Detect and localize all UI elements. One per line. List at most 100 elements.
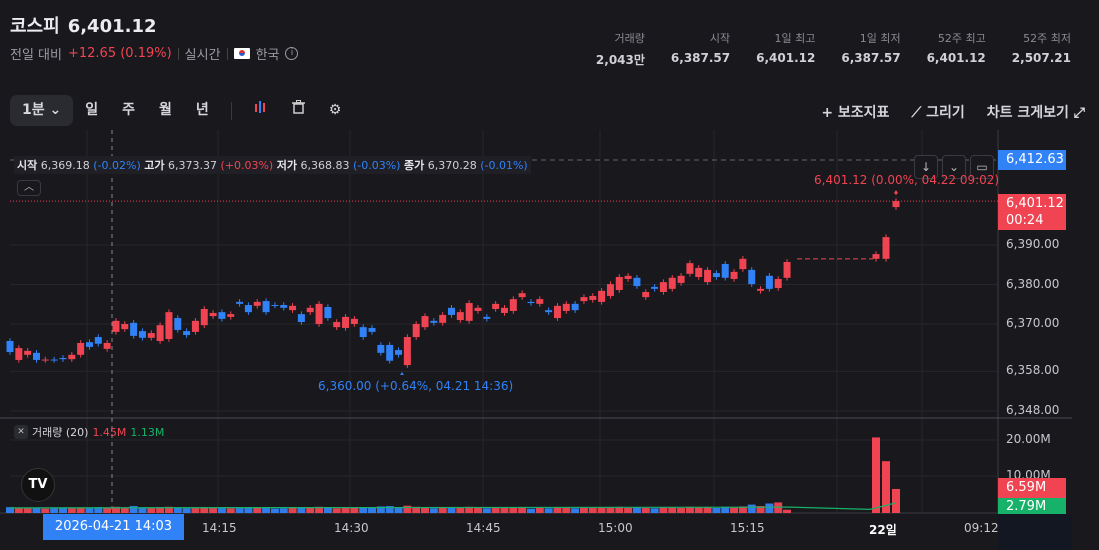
candle (174, 318, 182, 330)
volume-bar (535, 507, 544, 513)
volume-bar (730, 507, 739, 513)
volume-bar (306, 507, 315, 513)
low-marker (400, 372, 404, 375)
volume-tick: 20.00M (1006, 432, 1051, 446)
volume-bar (438, 507, 447, 513)
candle (386, 344, 394, 361)
volume-bar (209, 507, 218, 513)
volume-bar (624, 507, 633, 513)
candle (183, 331, 191, 336)
candle (651, 286, 659, 289)
volume-bar (526, 508, 535, 513)
volume-bar (892, 488, 900, 513)
candle (280, 305, 288, 308)
candle (103, 342, 111, 349)
volume-bar (191, 507, 200, 513)
candle (456, 312, 464, 321)
candle (324, 307, 332, 319)
volume-bar (226, 508, 235, 513)
candle (333, 322, 341, 328)
candle (465, 303, 473, 321)
collapse-legend-button[interactable]: ︿ (17, 180, 41, 196)
volume-bar (456, 507, 465, 513)
candle (218, 312, 226, 319)
ohlc-legend: 시작 6,369.18 (-0.02%) 고가 6,373.37 (+0.03%… (14, 156, 531, 174)
candlestick-chart[interactable] (0, 0, 1099, 550)
candle (15, 348, 23, 360)
candle (765, 275, 773, 289)
volume-bar (491, 507, 500, 513)
candle (403, 337, 411, 366)
candle (236, 301, 244, 304)
volume-bar (473, 507, 482, 513)
countdown: 00:24 (1006, 213, 1044, 228)
candle (474, 307, 482, 311)
volume-bar (262, 507, 271, 513)
candle (253, 301, 261, 306)
volume-bar (571, 508, 580, 513)
volume-bar (659, 507, 668, 513)
time-tick: 22일 (869, 523, 897, 537)
volume-bar (872, 437, 880, 513)
time-tick: 14:45 (466, 521, 501, 535)
candle (165, 312, 173, 340)
candle (774, 278, 782, 289)
high-value: 6,373.37 (167, 159, 217, 172)
candle (421, 316, 429, 328)
volume-bar (500, 507, 509, 513)
high-annotation: 6,401.12 (0.00%, 04.22 09:02) (814, 173, 1000, 187)
candle (41, 359, 49, 361)
candle (359, 327, 367, 338)
candle (536, 299, 544, 304)
candle (589, 295, 597, 300)
last-price: 6,401.12 (1006, 196, 1064, 211)
volume-bar (429, 508, 438, 513)
candle (430, 320, 438, 323)
candle (757, 288, 765, 291)
candle (377, 344, 385, 353)
candle (598, 290, 606, 302)
volume-bar (394, 507, 403, 513)
volume-bar (632, 507, 641, 513)
volume-bar (403, 505, 412, 513)
top-price-tag: 6,412.63 (998, 150, 1066, 170)
candle (721, 263, 729, 278)
candle (882, 237, 890, 259)
volume-bar (747, 504, 756, 513)
candle (6, 340, 14, 353)
crosshair-time-label: 2026-04-21 14:03 (43, 514, 184, 540)
candle (121, 324, 129, 330)
price-tick: 6,380.00 (1006, 276, 1060, 291)
price-tick: 6,370.00 (1006, 316, 1060, 330)
candle (730, 271, 738, 279)
candle (368, 327, 376, 332)
volume-bar (217, 507, 226, 513)
close-icon[interactable]: ✕ (14, 425, 28, 439)
close-value: 6,370.28 (427, 159, 477, 172)
tradingview-logo[interactable]: TV (21, 468, 55, 502)
candle (209, 312, 217, 317)
candle (872, 254, 880, 259)
volume-bar (597, 507, 606, 513)
low-label: 저가 (276, 159, 297, 172)
candle (580, 297, 588, 302)
volume-ma-tag: 2.79M (998, 498, 1066, 514)
volume-bar (579, 507, 588, 513)
low-pct: (-0.03%) (352, 159, 401, 172)
close-pct: (-0.01%) (480, 159, 528, 172)
candle (527, 301, 535, 304)
candle (783, 261, 791, 278)
candle (77, 342, 85, 355)
volume-bar (712, 507, 721, 513)
candle (615, 276, 623, 291)
volume-bar (279, 508, 288, 513)
candle (200, 308, 208, 326)
candle (68, 354, 76, 360)
high-label: 고가 (144, 159, 165, 172)
candle (624, 275, 632, 279)
candle (395, 350, 403, 355)
volume-bar (482, 508, 491, 513)
volume-bar (668, 507, 677, 513)
candle (439, 314, 447, 323)
open-value: 6,369.18 (40, 159, 90, 172)
